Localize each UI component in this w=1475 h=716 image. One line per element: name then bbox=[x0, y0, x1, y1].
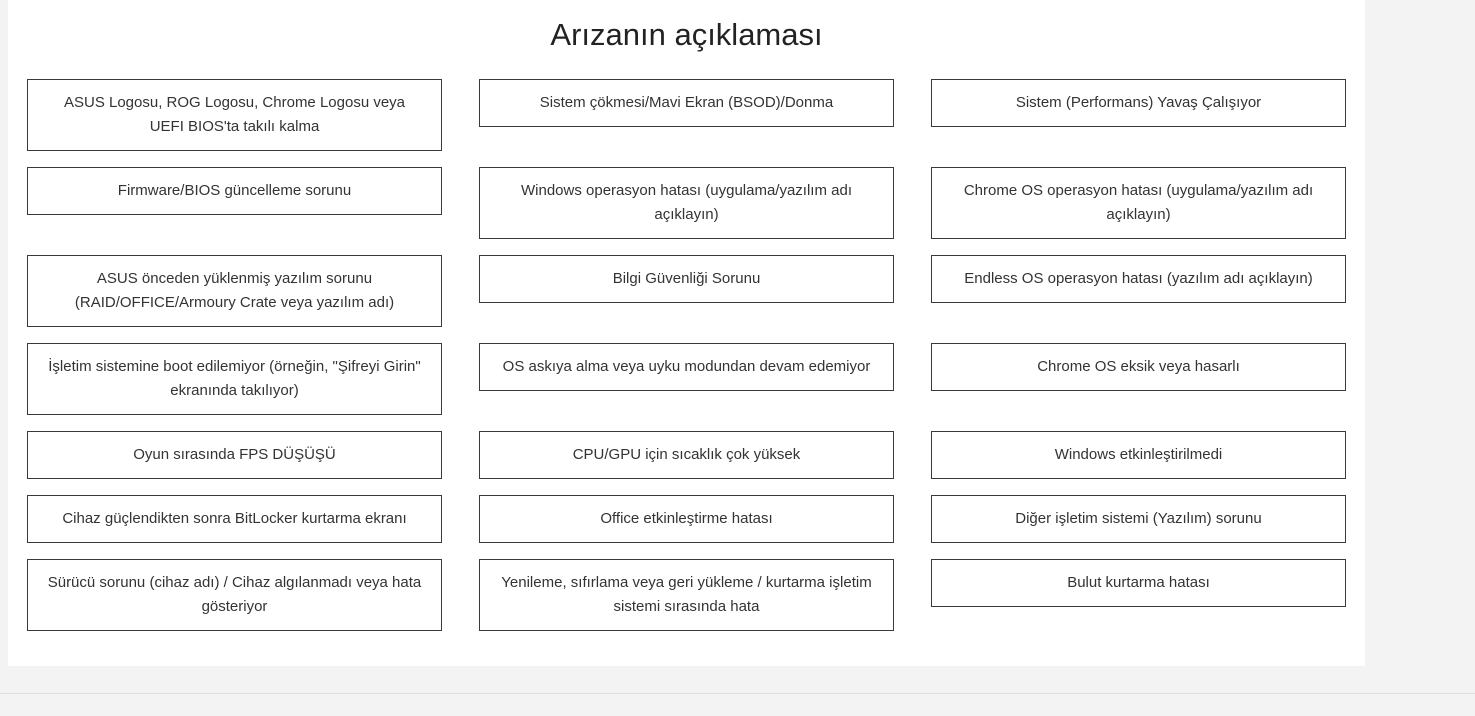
option-windows-operation-error[interactable]: Windows operasyon hatası (uygulama/yazıl… bbox=[479, 167, 894, 239]
option-cloud-recovery-error[interactable]: Bulut kurtarma hatası bbox=[931, 559, 1346, 607]
options-row: Cihaz güçlendikten sonra BitLocker kurta… bbox=[27, 495, 1346, 543]
option-asus-preinstalled-software[interactable]: ASUS önceden yüklenmiş yazılım sorunu (R… bbox=[27, 255, 442, 327]
option-windows-not-activated[interactable]: Windows etkinleştirilmedi bbox=[931, 431, 1346, 479]
options-row: İşletim sistemine boot edilemiyor (örneğ… bbox=[27, 343, 1346, 415]
option-system-crash-bsod[interactable]: Sistem çökmesi/Mavi Ekran (BSOD)/Donma bbox=[479, 79, 894, 127]
option-chrome-os-missing[interactable]: Chrome OS eksik veya hasarlı bbox=[931, 343, 1346, 391]
options-row: Oyun sırasında FPS DÜŞÜŞÜ CPU/GPU için s… bbox=[27, 431, 1346, 479]
option-cannot-resume-from-sleep[interactable]: OS askıya alma veya uyku modundan devam … bbox=[479, 343, 894, 391]
option-system-slow[interactable]: Sistem (Performans) Yavaş Çalışıyor bbox=[931, 79, 1346, 127]
option-endless-os-error[interactable]: Endless OS operasyon hatası (yazılım adı… bbox=[931, 255, 1346, 303]
issue-options-grid: ASUS Logosu, ROG Logosu, Chrome Logosu v… bbox=[27, 79, 1346, 647]
option-information-security[interactable]: Bilgi Güvenliği Sorunu bbox=[479, 255, 894, 303]
option-driver-issue[interactable]: Sürücü sorunu (cihaz adı) / Cihaz algıla… bbox=[27, 559, 442, 631]
page-title: Arızanın açıklaması bbox=[550, 17, 823, 52]
option-cannot-boot-os[interactable]: İşletim sistemine boot edilemiyor (örneğ… bbox=[27, 343, 442, 415]
option-bitlocker-recovery[interactable]: Cihaz güçlendikten sonra BitLocker kurta… bbox=[27, 495, 442, 543]
footer-divider bbox=[0, 693, 1475, 694]
option-chrome-os-operation-error[interactable]: Chrome OS operasyon hatası (uygulama/yaz… bbox=[931, 167, 1346, 239]
option-other-os-software-issue[interactable]: Diğer işletim sistemi (Yazılım) sorunu bbox=[931, 495, 1346, 543]
options-row: Firmware/BIOS güncelleme sorunu Windows … bbox=[27, 167, 1346, 239]
option-stuck-on-logo-or-bios[interactable]: ASUS Logosu, ROG Logosu, Chrome Logosu v… bbox=[27, 79, 442, 151]
options-row: Sürücü sorunu (cihaz adı) / Cihaz algıla… bbox=[27, 559, 1346, 631]
option-fps-drop[interactable]: Oyun sırasında FPS DÜŞÜŞÜ bbox=[27, 431, 442, 479]
options-row: ASUS önceden yüklenmiş yazılım sorunu (R… bbox=[27, 255, 1346, 327]
options-row: ASUS Logosu, ROG Logosu, Chrome Logosu v… bbox=[27, 79, 1346, 151]
option-reset-recovery-error[interactable]: Yenileme, sıfırlama veya geri yükleme / … bbox=[479, 559, 894, 631]
option-office-activation-error[interactable]: Office etkinleştirme hatası bbox=[479, 495, 894, 543]
option-firmware-bios-update[interactable]: Firmware/BIOS güncelleme sorunu bbox=[27, 167, 442, 215]
option-cpu-gpu-temperature[interactable]: CPU/GPU için sıcaklık çok yüksek bbox=[479, 431, 894, 479]
